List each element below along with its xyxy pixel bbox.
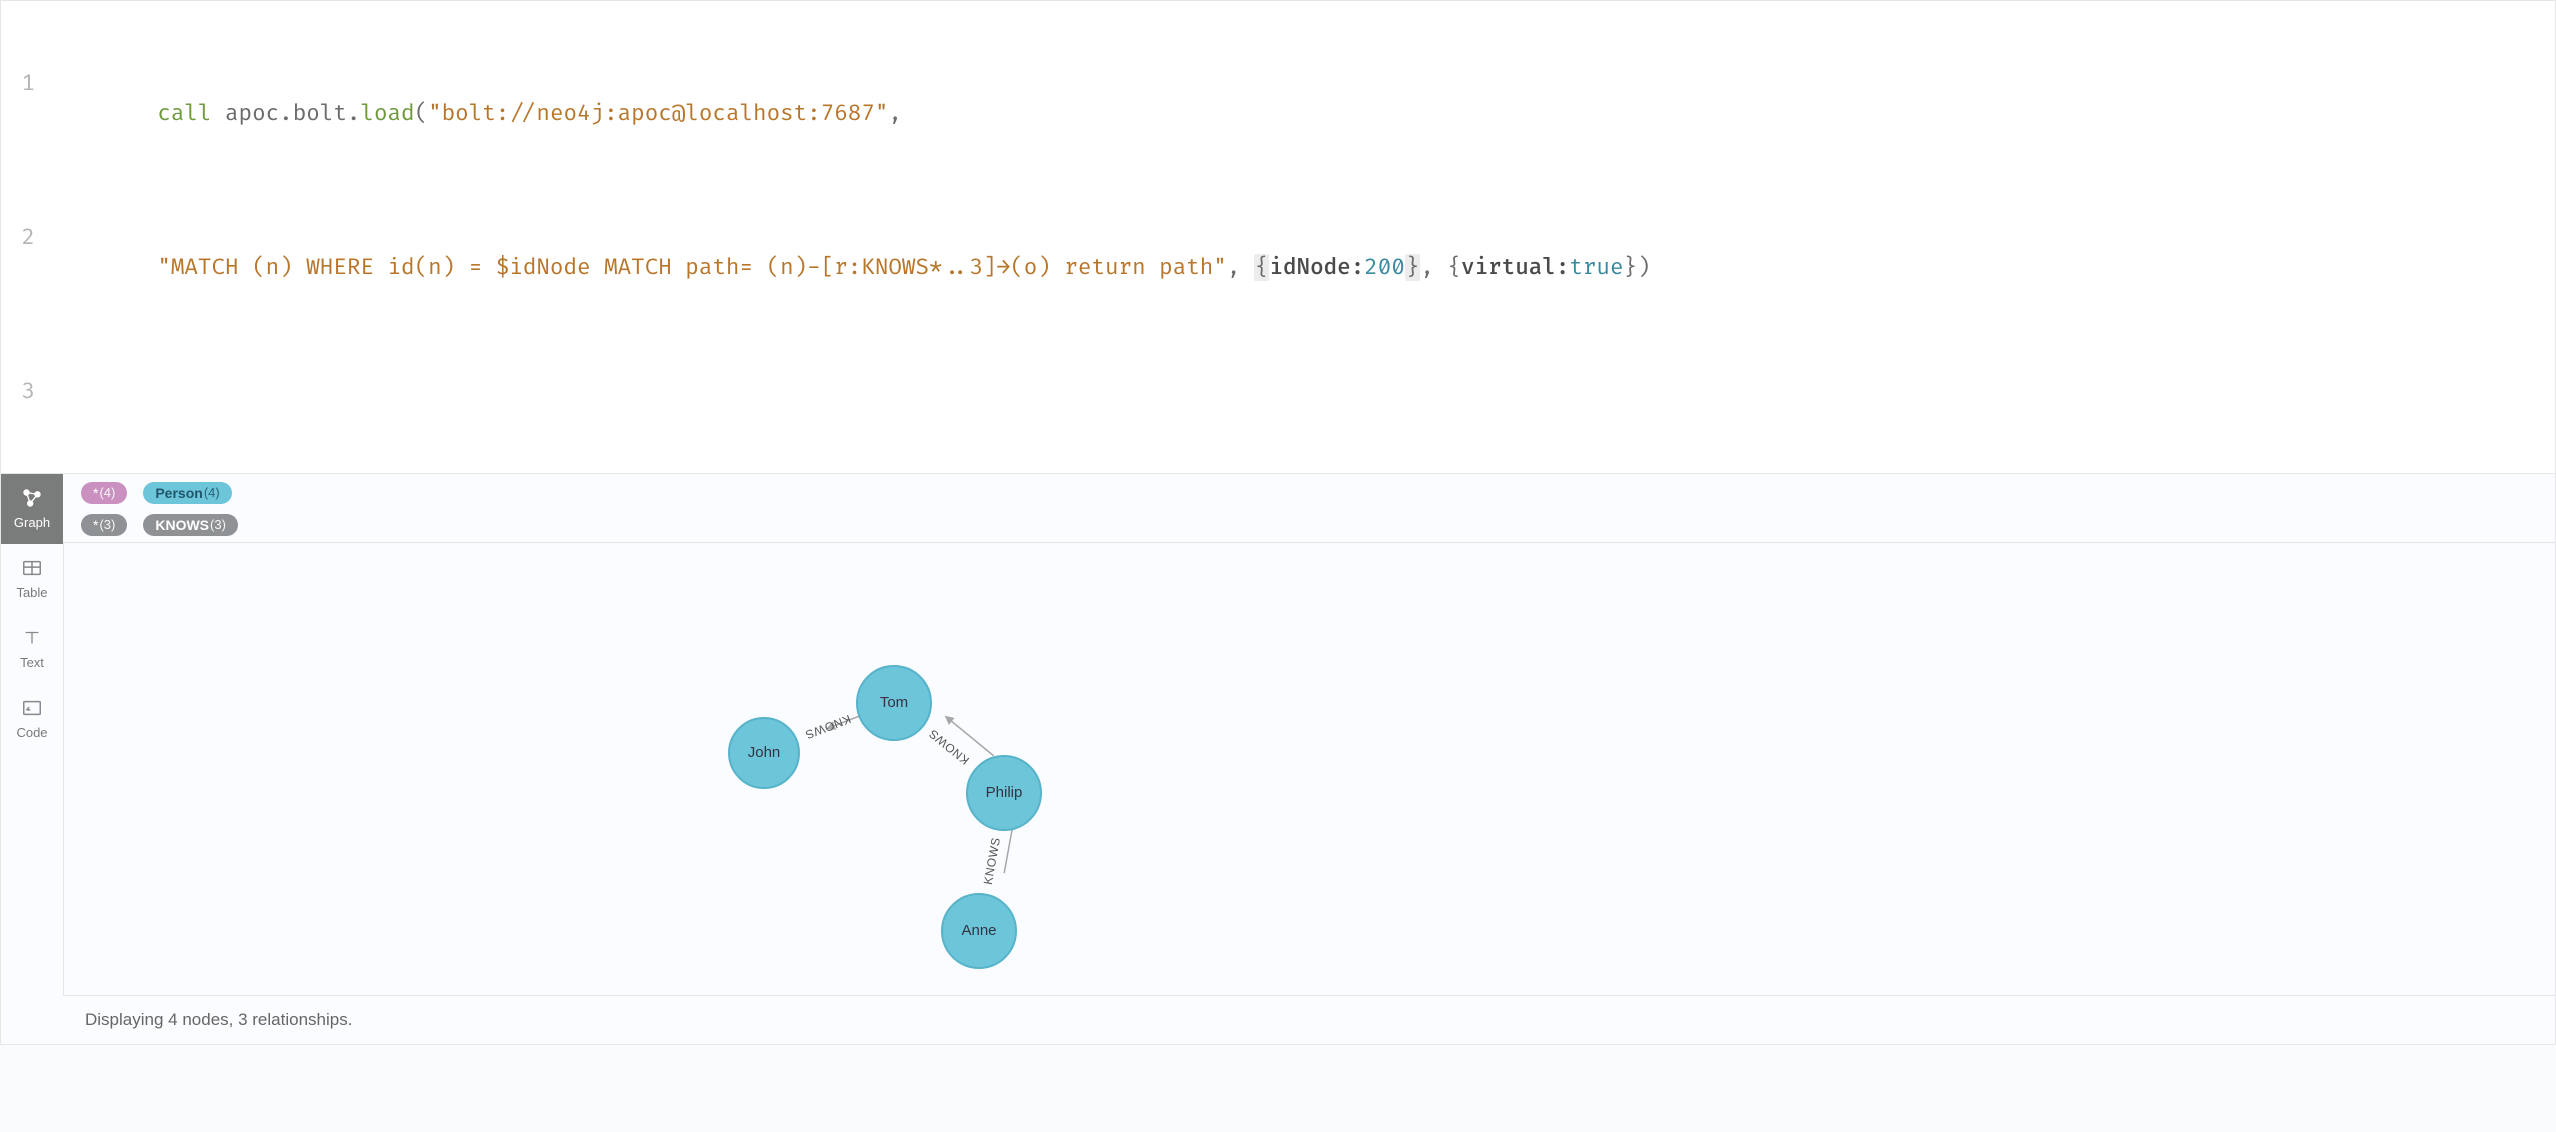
tab-text[interactable]: Text [1, 614, 63, 684]
tab-graph[interactable]: Graph [1, 474, 63, 544]
cypher-punct: , [1420, 254, 1447, 281]
tab-label: Text [20, 655, 44, 670]
graph-node-john[interactable]: John [728, 717, 800, 789]
chips-bar: *(4) Person(4) *(3) KNOWS(3) [63, 474, 2555, 543]
tab-label: Graph [14, 515, 50, 530]
cypher-function: load [360, 100, 414, 127]
chip-all-rels[interactable]: *(3) [81, 514, 127, 536]
graph-edge-label: KNOWS [803, 712, 853, 742]
line-number: 1 [1, 69, 49, 161]
tab-label: Code [16, 725, 47, 740]
query-editor[interactable]: 1 call apoc.bolt.load("bolt://neo4j:apoc… [1, 1, 2555, 474]
chip-text: * [93, 485, 98, 501]
chip-text: Person [155, 485, 202, 501]
graph-edge-label: KNOWS [980, 836, 1002, 886]
cypher-keyword: call [157, 100, 211, 127]
line-number: 2 [1, 223, 49, 315]
status-text: Displaying 4 nodes, 3 relationships. [85, 1010, 352, 1029]
chip-person-label[interactable]: Person(4) [143, 482, 231, 504]
graph-node-philip[interactable]: Philip [966, 755, 1042, 831]
graph-edge [945, 716, 993, 755]
graph-node-anne[interactable]: Anne [941, 893, 1017, 969]
line-number: 3 [1, 377, 49, 408]
cypher-ident: apoc.bolt. [225, 100, 360, 127]
cypher-punct: , [1227, 254, 1254, 281]
cypher-punct: , [888, 100, 902, 127]
cypher-string: "bolt://neo4j:apoc@localhost:7687" [428, 100, 888, 127]
chip-all-nodes[interactable]: *(4) [81, 482, 127, 504]
view-rail: Graph Table Text Code [1, 474, 63, 1044]
status-bar: Displaying 4 nodes, 3 relationships. [63, 995, 2555, 1044]
graph-node-tom[interactable]: Tom [856, 665, 932, 741]
cypher-number: 200 [1364, 254, 1405, 281]
edge-layer [64, 543, 2555, 995]
graph-canvas[interactable]: John Tom Philip Anne KNOWS KNOWS KNOWS [63, 543, 2555, 995]
chip-count: (3) [210, 517, 226, 532]
cypher-string: "MATCH (n) WHERE id(n) = $idNode MATCH p… [157, 254, 1227, 281]
graph-icon [21, 487, 43, 509]
tab-label: Table [16, 585, 47, 600]
chip-text: KNOWS [155, 517, 209, 533]
table-icon [21, 557, 43, 579]
graph-edge-label: KNOWS [926, 726, 972, 767]
cypher-brace: } [1405, 254, 1421, 281]
result-main: *(4) Person(4) *(3) KNOWS(3) [63, 474, 2555, 1044]
chip-count: (3) [99, 517, 115, 532]
cypher-brace: }) [1624, 254, 1651, 281]
cypher-param: idNode: [1269, 254, 1364, 281]
code-icon [21, 697, 43, 719]
cypher-bool: true [1569, 254, 1623, 281]
result-area: Graph Table Text Code [1, 474, 2555, 1044]
app-frame: 1 call apoc.bolt.load("bolt://neo4j:apoc… [0, 0, 2556, 1045]
tab-code[interactable]: Code [1, 684, 63, 754]
chip-count: (4) [99, 485, 115, 500]
text-icon [21, 627, 43, 649]
cypher-param: virtual: [1461, 254, 1569, 281]
cypher-brace: { [1448, 254, 1462, 281]
chip-text: * [93, 517, 98, 533]
chip-count: (4) [204, 485, 220, 500]
tab-table[interactable]: Table [1, 544, 63, 614]
cypher-brace: { [1254, 254, 1270, 281]
chip-knows-rel[interactable]: KNOWS(3) [143, 514, 238, 536]
